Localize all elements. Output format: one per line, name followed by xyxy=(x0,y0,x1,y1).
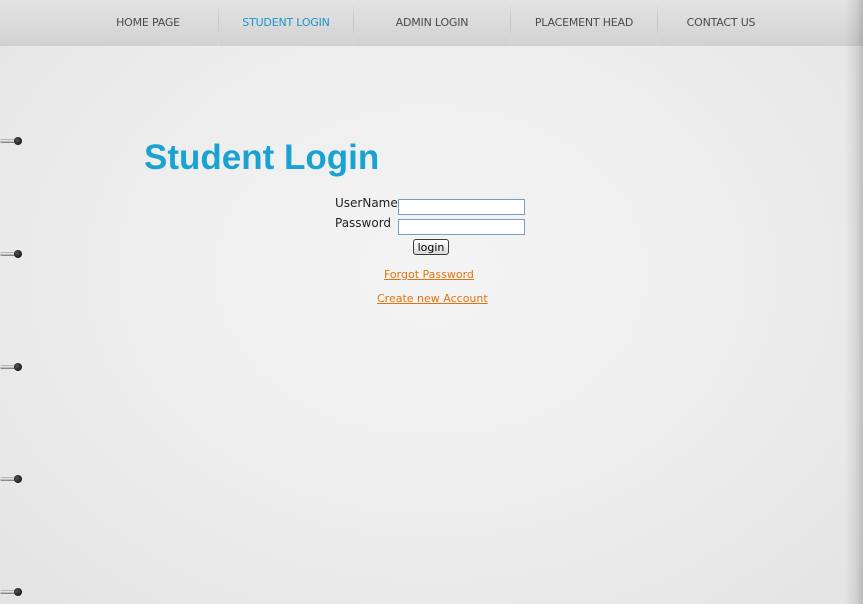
page-title: Student Login xyxy=(144,138,380,177)
top-navigation: HOME PAGE STUDENT LOGIN ADMIN LOGIN PLAC… xyxy=(0,0,863,46)
nav-home-page[interactable]: HOME PAGE xyxy=(78,0,218,45)
notebook-page-background: HOME PAGE STUDENT LOGIN ADMIN LOGIN PLAC… xyxy=(0,0,863,604)
forgot-password-link[interactable]: Forgot Password xyxy=(384,268,474,281)
nav-admin-login[interactable]: ADMIN LOGIN xyxy=(354,0,510,45)
password-label: Password xyxy=(335,216,392,230)
username-input[interactable] xyxy=(398,199,525,215)
spiral-binding xyxy=(0,0,26,604)
binding-ring-icon xyxy=(0,474,24,484)
binding-ring-icon xyxy=(0,249,24,259)
nav-student-login[interactable]: STUDENT LOGIN xyxy=(219,0,353,45)
password-input[interactable] xyxy=(398,219,525,235)
create-account-link[interactable]: Create new Account xyxy=(377,292,488,305)
nav-placement-head[interactable]: PLACEMENT HEAD xyxy=(511,0,657,45)
binding-ring-icon xyxy=(0,362,24,372)
binding-ring-icon xyxy=(0,136,24,146)
nav-contact-us[interactable]: CONTACT US xyxy=(658,0,784,45)
login-button[interactable]: login xyxy=(413,239,449,255)
username-label: UserName xyxy=(335,196,398,210)
binding-ring-icon xyxy=(0,587,24,597)
